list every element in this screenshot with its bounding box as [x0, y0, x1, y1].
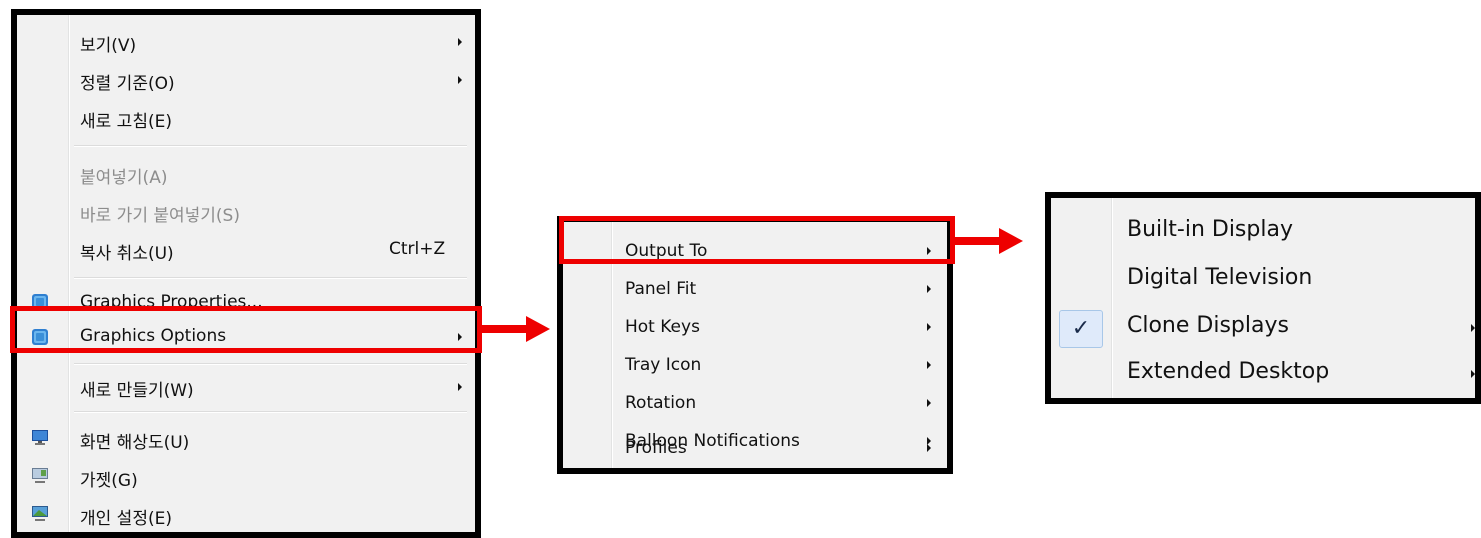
- submenu-arrow-icon: [927, 444, 931, 452]
- menu-item-label: 바로 가기 붙여넣기(S): [80, 206, 240, 226]
- menu-item-label: 화면 해상도(U): [80, 433, 190, 453]
- menu-item-paste-shortcut[interactable]: 바로 가기 붙여넣기(S): [17, 197, 475, 227]
- menu-item-label: 가젯(G): [80, 471, 138, 491]
- submenu-arrow-icon: [458, 383, 462, 391]
- screen-resolution-icon: [32, 430, 48, 445]
- menu-item-new[interactable]: 새로 만들기(W): [17, 371, 475, 403]
- submenu-item-panel-fit[interactable]: Panel Fit: [563, 274, 947, 304]
- output-item-digital-television[interactable]: Digital Television: [1051, 258, 1475, 302]
- menu-item-label: Tray Icon: [625, 355, 702, 375]
- menu-item-refresh[interactable]: 새로 고침(E): [17, 103, 475, 133]
- menu-separator: [74, 277, 467, 279]
- menu-item-view[interactable]: 보기(V): [17, 27, 475, 57]
- menu-item-label: 보기(V): [80, 36, 137, 56]
- menu-item-undo-copy[interactable]: 복사 취소(U) Ctrl+Z: [17, 235, 475, 265]
- menu-item-label: 새로 만들기(W): [80, 381, 194, 401]
- menu-item-screen-resolution[interactable]: 화면 해상도(U): [17, 423, 475, 455]
- submenu-item-tray-icon[interactable]: Tray Icon: [563, 350, 947, 380]
- submenu-item-rotation[interactable]: Rotation: [563, 388, 947, 418]
- menu-separator: [74, 363, 467, 365]
- submenu-arrow-icon: [927, 285, 931, 293]
- menu-item-label: Digital Television: [1127, 265, 1313, 290]
- output-to-submenu: Built-in Display Digital Television ✓ Cl…: [1045, 192, 1481, 404]
- personalize-icon: [32, 506, 48, 521]
- menu-item-gadgets[interactable]: 가젯(G): [17, 461, 475, 493]
- submenu-item-profiles[interactable]: Profiles: [563, 434, 947, 464]
- menu-item-label: Clone Displays: [1127, 313, 1289, 338]
- submenu-arrow-icon: [927, 399, 931, 407]
- menu-separator: [74, 411, 467, 413]
- gadgets-icon: [32, 468, 48, 483]
- menu-item-label: 붙여넣기(A): [80, 168, 168, 188]
- menu-item-label: Built-in Display: [1127, 217, 1293, 242]
- menu-item-label: 정렬 기준(O): [80, 74, 175, 94]
- arrow-to-graphics-submenu-icon: [482, 316, 550, 342]
- menu-item-shortcut: Ctrl+Z: [389, 239, 446, 259]
- submenu-arrow-icon: [927, 323, 931, 331]
- submenu-arrow-icon: [927, 361, 931, 369]
- submenu-arrow-icon: [458, 76, 462, 84]
- desktop-context-menu: 보기(V) 정렬 기준(O) 새로 고침(E) 붙여넣기(A) 바로 가기 붙여…: [11, 9, 481, 538]
- highlight-graphics-options: [10, 306, 482, 353]
- arrow-to-output-submenu-icon: [955, 228, 1023, 254]
- menu-item-label: Panel Fit: [625, 279, 697, 299]
- menu-item-paste[interactable]: 붙여넣기(A): [17, 159, 475, 189]
- menu-item-label: 개인 설정(E): [80, 509, 172, 529]
- menu-item-sort-by[interactable]: 정렬 기준(O): [17, 65, 475, 95]
- menu-item-label: 복사 취소(U): [80, 244, 174, 264]
- menu-item-label: Hot Keys: [625, 317, 700, 337]
- submenu-item-hot-keys[interactable]: Hot Keys: [563, 312, 947, 342]
- menu-item-label: Rotation: [625, 393, 697, 413]
- output-item-extended-desktop[interactable]: Extended Desktop: [1051, 354, 1475, 398]
- submenu-arrow-icon: [458, 38, 462, 46]
- menu-separator: [74, 145, 467, 147]
- menu-item-label: Profiles: [625, 438, 687, 458]
- highlight-output-to: [559, 216, 955, 264]
- submenu-arrow-icon: [1471, 370, 1475, 378]
- output-item-built-in-display[interactable]: Built-in Display: [1051, 210, 1475, 254]
- output-item-clone-displays[interactable]: ✓ Clone Displays: [1051, 306, 1475, 350]
- menu-item-personalize[interactable]: 개인 설정(E): [17, 499, 475, 531]
- menu-item-label: 새로 고침(E): [80, 112, 172, 132]
- submenu-arrow-icon: [1471, 324, 1475, 332]
- menu-item-label: Extended Desktop: [1127, 359, 1330, 384]
- checkmark-icon: ✓: [1059, 310, 1103, 348]
